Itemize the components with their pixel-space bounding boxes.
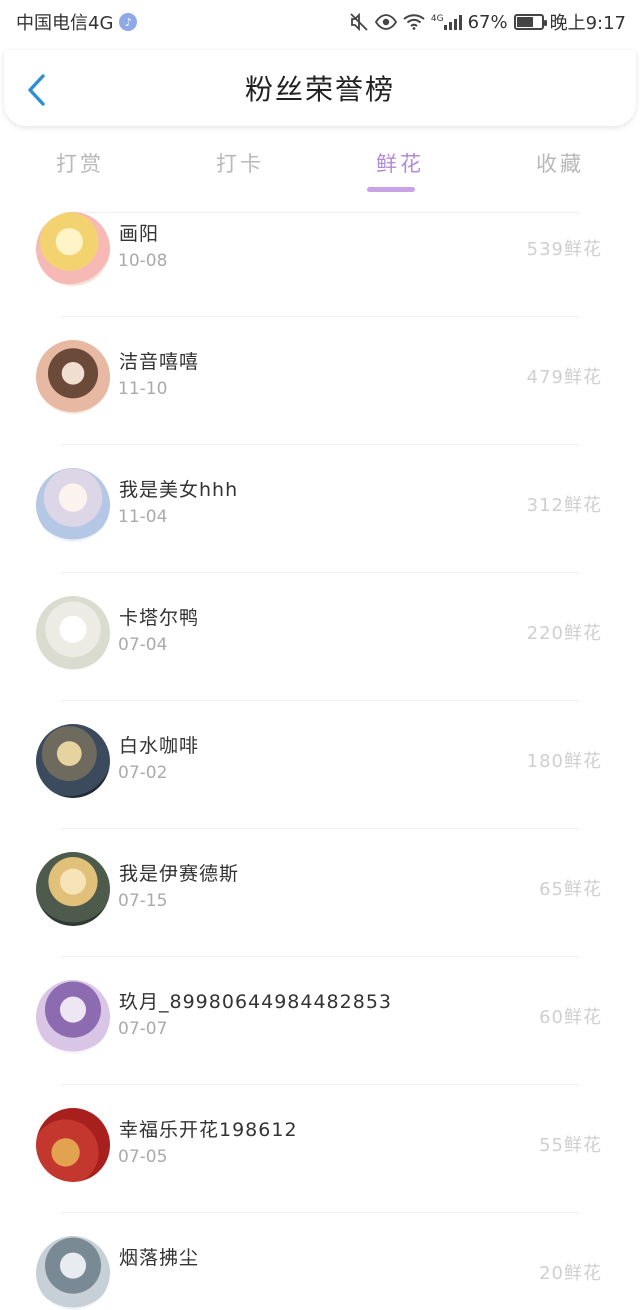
avatar[interactable] — [36, 340, 110, 414]
network-type-label: 4G — [430, 14, 444, 24]
music-note-icon: ♪ — [119, 13, 138, 31]
fan-date: 07-15 — [118, 891, 168, 911]
fan-name: 我是美女hhh — [119, 479, 239, 501]
fan-date: 07-05 — [118, 1147, 168, 1167]
status-right: 4G 67% 晚上9:17 — [349, 9, 626, 35]
avatar[interactable] — [36, 724, 110, 798]
fan-row[interactable]: 我是伊赛德斯 07-15 65鲜花 — [0, 798, 640, 926]
flower-count: 180鲜花 — [526, 751, 602, 772]
flower-count: 312鲜花 — [526, 495, 602, 516]
status-bar: 中国电信4G ♪ 4G 67% 晚上9:17 — [0, 0, 640, 44]
fan-row[interactable]: 我是美女hhh 11-04 312鲜花 — [0, 414, 640, 542]
fan-row[interactable]: 玖月_89980644984482853 07-07 60鲜花 — [0, 926, 640, 1054]
fan-date: 11-04 — [118, 507, 168, 527]
wifi-icon — [403, 14, 425, 30]
flower-count: 220鲜花 — [526, 623, 602, 644]
avatar[interactable] — [36, 852, 110, 926]
back-button[interactable] — [22, 72, 50, 108]
battery-level-fill — [516, 17, 533, 27]
fan-name: 幸福乐开花198612 — [119, 1119, 298, 1141]
page-title: 粉丝荣誉榜 — [244, 73, 395, 106]
header-bar: 粉丝荣誉榜 — [4, 50, 636, 126]
fan-date: 11-10 — [118, 379, 168, 399]
fan-name: 白水咖啡 — [119, 735, 200, 757]
avatar[interactable] — [36, 980, 110, 1054]
fan-row[interactable]: 幸福乐开花198612 07-05 55鲜花 — [0, 1054, 640, 1182]
avatar[interactable] — [36, 212, 110, 286]
clock: 晚上9:17 — [549, 13, 626, 34]
flower-count: 20鲜花 — [539, 1263, 602, 1284]
fan-row[interactable]: 画阳 10-08 539鲜花 — [0, 158, 640, 286]
fan-name: 卡塔尔鸭 — [119, 607, 200, 629]
avatar[interactable] — [36, 1236, 110, 1310]
battery-percent: 67% — [467, 11, 508, 33]
fan-name: 烟落拂尘 — [119, 1247, 200, 1269]
fan-row[interactable]: 烟落拂尘 20鲜花 — [0, 1182, 640, 1310]
flower-count: 65鲜花 — [539, 879, 602, 900]
fan-name: 洁音嘻嘻 — [119, 351, 200, 373]
fan-name: 画阳 — [119, 223, 160, 245]
flower-count: 479鲜花 — [526, 367, 602, 388]
flower-count: 60鲜花 — [539, 1007, 602, 1028]
avatar[interactable] — [36, 1108, 110, 1182]
fan-row[interactable]: 白水咖啡 07-02 180鲜花 — [0, 670, 640, 798]
fan-row[interactable]: 洁音嘻嘻 11-10 479鲜花 — [0, 286, 640, 414]
fan-date: 07-02 — [118, 763, 168, 783]
avatar[interactable] — [36, 468, 110, 542]
carrier-label: 中国电信4G — [16, 13, 114, 34]
fan-date: 07-07 — [118, 1019, 168, 1039]
eye-comfort-icon — [374, 14, 397, 30]
fan-name: 玖月_89980644984482853 — [119, 991, 393, 1013]
chevron-left-icon — [28, 74, 45, 106]
mute-icon — [349, 13, 369, 31]
avatar[interactable] — [36, 596, 110, 670]
status-left: 中国电信4G ♪ — [16, 9, 138, 35]
flower-count: 539鲜花 — [526, 239, 602, 260]
flower-count: 55鲜花 — [539, 1135, 602, 1156]
battery-icon — [513, 14, 547, 30]
cell-signal-icon: 4G — [431, 14, 462, 30]
fan-date: 10-08 — [118, 251, 168, 271]
fan-name: 我是伊赛德斯 — [119, 863, 240, 885]
fan-row[interactable]: 卡塔尔鸭 07-04 220鲜花 — [0, 542, 640, 670]
fan-date: 07-04 — [118, 635, 168, 655]
